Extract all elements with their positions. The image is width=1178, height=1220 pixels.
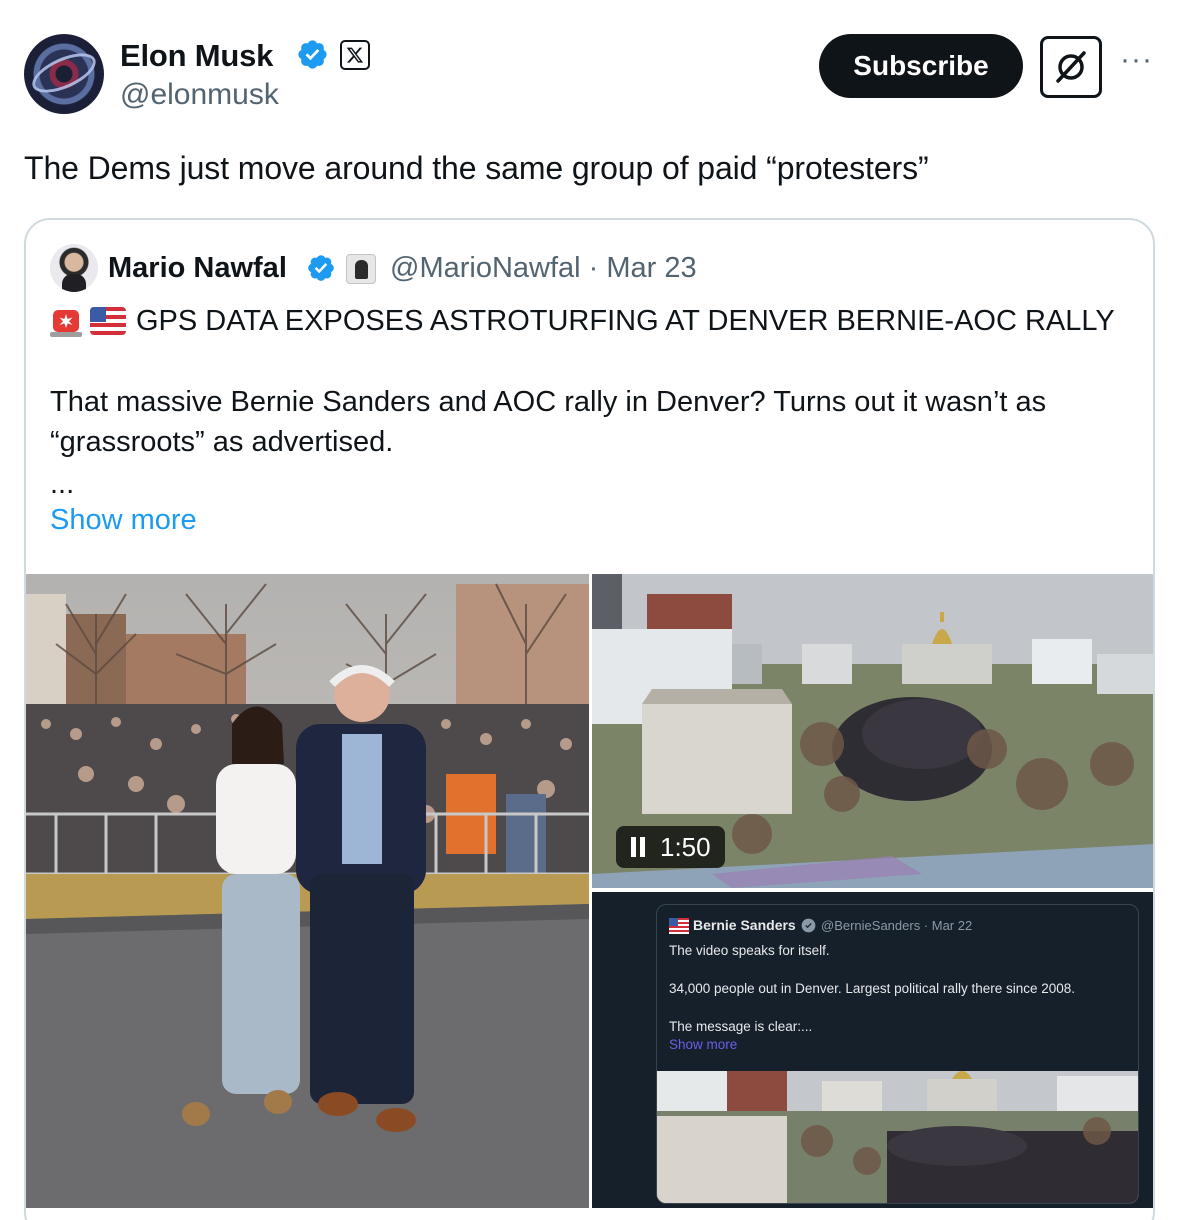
embedded-author-name: Bernie Sanders — [693, 917, 796, 933]
more-options-icon[interactable]: ··· — [1120, 45, 1153, 75]
grok-icon — [1056, 51, 1086, 83]
grok-button[interactable] — [1040, 36, 1102, 98]
embedded-tweet-image[interactable]: Bernie Sanders @BernieSanders · Mar 22 T… — [592, 892, 1153, 1208]
us-flag-emoji-icon — [669, 918, 689, 934]
embedded-line-2: 34,000 people out in Denver. Largest pol… — [669, 981, 1076, 996]
embedded-tweet: Bernie Sanders @BernieSanders · Mar 22 T… — [656, 904, 1139, 1204]
embedded-show-more: Show more — [669, 1037, 738, 1052]
embedded-line-1: The video speaks for itself. — [669, 943, 830, 958]
quoted-author-name[interactable]: Mario Nawfal — [108, 252, 287, 285]
video-status[interactable]: 1:50 — [616, 826, 725, 868]
aerial-video[interactable]: 1:50 — [592, 574, 1153, 888]
verified-badge-icon — [298, 40, 327, 69]
pause-icon[interactable] — [630, 837, 646, 857]
quoted-post-card[interactable]: Mario Nawfal @MarioNawfal · Mar 23 GPS D… — [24, 218, 1155, 1220]
subscribe-button[interactable]: Subscribe — [819, 34, 1023, 98]
quoted-body-text: That massive Bernie Sanders and AOC rall… — [50, 386, 1047, 458]
post-header: Elon Musk @elonmusk Subscribe ··· — [24, 34, 1154, 116]
quoted-ellipsis: ... — [50, 468, 75, 500]
us-flag-emoji-icon — [90, 307, 126, 335]
quoted-author-avatar[interactable] — [50, 244, 98, 292]
siren-emoji-icon — [50, 310, 82, 337]
quoted-headline: GPS DATA EXPOSES ASTROTURFING AT DENVER … — [50, 304, 1115, 338]
quoted-headline-text: GPS DATA EXPOSES ASTROTURFING AT DENVER … — [136, 304, 1115, 337]
affiliate-badge-icon — [346, 254, 376, 284]
rally-photo[interactable] — [26, 574, 589, 1208]
embedded-rally-photo — [657, 1071, 1138, 1203]
video-duration: 1:50 — [660, 831, 711, 862]
post-text: The Dems just move around the same group… — [24, 150, 929, 186]
verified-badge-icon — [801, 918, 816, 933]
show-more-link[interactable]: Show more — [50, 504, 197, 537]
author-handle[interactable]: @elonmusk — [120, 78, 279, 112]
x-logo-icon — [340, 40, 370, 70]
author-name[interactable]: Elon Musk — [120, 38, 273, 74]
quoted-handle-date: @MarioNawfal · Mar 23 — [390, 252, 697, 284]
embedded-handle-date: @BernieSanders · Mar 22 — [821, 918, 973, 933]
embedded-line-3: The message is clear:... — [669, 1019, 813, 1034]
verified-badge-icon — [308, 255, 334, 281]
author-avatar[interactable] — [24, 34, 104, 114]
